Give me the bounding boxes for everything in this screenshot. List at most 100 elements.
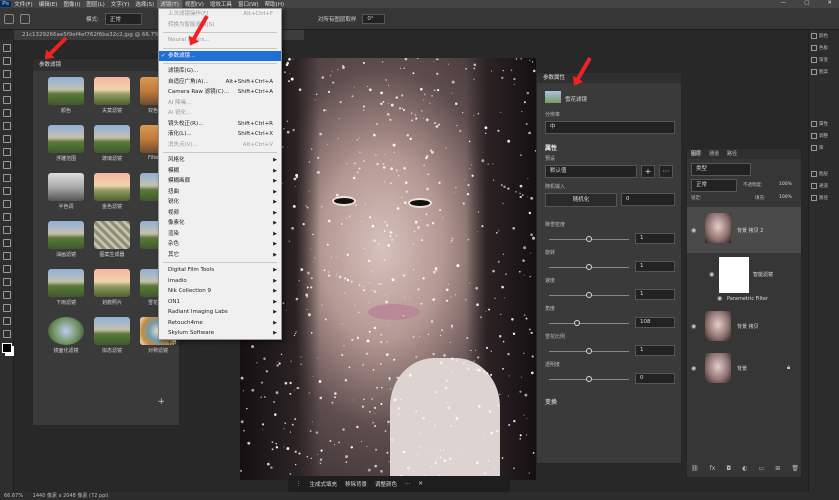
slider-track[interactable]: [549, 264, 629, 270]
filter-menu-item[interactable]: 转换为智能滤镜(S): [159, 20, 281, 31]
eyedropper-tool-icon[interactable]: [2, 135, 11, 143]
fill-value[interactable]: 100%: [779, 195, 792, 200]
zoom-level[interactable]: 66.67%: [4, 493, 23, 499]
layer-row-smart-filter[interactable]: ◉ 智能滤镜: [687, 253, 801, 297]
layers-tab-1[interactable]: 通道: [709, 149, 719, 159]
visibility-eye-icon[interactable]: ◉: [691, 323, 696, 330]
layer-name[interactable]: Parametric Filter: [727, 296, 768, 302]
dock-panel-button[interactable]: 图层: [809, 168, 839, 180]
preset-menu-button[interactable]: ⋯: [659, 165, 673, 178]
filter-menu-item[interactable]: Digital Film Tools ▶: [159, 265, 281, 276]
filter-menu-item[interactable]: Skylum Software ▶: [159, 328, 281, 339]
crop-tool-icon[interactable]: [2, 109, 11, 117]
minimize-icon[interactable]: —: [778, 0, 790, 6]
adjustment-icon[interactable]: ◐: [742, 465, 747, 472]
layer-row-bg-copy[interactable]: ◉ 背景 拷贝: [687, 307, 801, 347]
preset-select[interactable]: 默认值: [545, 165, 637, 178]
menu-10[interactable]: 帮助(H): [262, 0, 287, 8]
dock-panel-button[interactable]: 属性: [809, 118, 839, 130]
filter-menu-item[interactable]: 渲染 ▶: [159, 229, 281, 240]
filter-menu-item[interactable]: 风格化 ▶: [159, 155, 281, 166]
menu-3[interactable]: 图层(L): [83, 0, 107, 8]
angle-input[interactable]: 0°: [362, 13, 385, 24]
context-action-1[interactable]: 移除背景: [345, 480, 367, 488]
menu-9[interactable]: 窗口(W): [235, 0, 262, 8]
filter-preset[interactable]: 油画滤镜: [43, 221, 89, 261]
canvas-photo[interactable]: [240, 58, 536, 480]
gradient-tool-icon[interactable]: [2, 213, 11, 221]
drag-handle-icon[interactable]: ⋮: [296, 481, 302, 487]
filter-preset[interactable]: 划痕照片: [89, 269, 135, 309]
visibility-eye-icon[interactable]: ◉: [691, 227, 696, 234]
filter-preset[interactable]: 拟态滤镜: [89, 317, 135, 357]
slider-value-input[interactable]: 108: [635, 317, 675, 328]
filter-menu-item[interactable]: 上次滤镜操作(F) Alt+Ctrl+F: [159, 9, 281, 20]
layer-row-bg-copy-2[interactable]: ◉ 背景 拷贝 2: [687, 207, 801, 253]
blend-mode-select[interactable]: 正常: [691, 179, 737, 192]
zoom-tool-icon[interactable]: [2, 317, 11, 325]
fx-icon[interactable]: fx: [710, 465, 716, 472]
filter-menu-item[interactable]: 自适应广角(A)... Alt+Shift+Ctrl+A: [159, 77, 281, 88]
marquee-tool-icon[interactable]: [2, 70, 11, 78]
filter-menu-item[interactable]: 像素化 ▶: [159, 218, 281, 229]
rectangle-tool-icon[interactable]: [2, 291, 11, 299]
slider-knob[interactable]: [574, 320, 580, 326]
layer-kind-filter[interactable]: 类型: [691, 163, 751, 176]
more-tool-icon[interactable]: [2, 330, 11, 338]
filter-preset[interactable]: 半色调: [43, 173, 89, 213]
slider-knob[interactable]: [586, 264, 592, 270]
slider-track[interactable]: [549, 320, 629, 326]
slider-track[interactable]: [549, 376, 629, 382]
menu-4[interactable]: 文字(Y): [108, 0, 133, 8]
clone-stamp-tool-icon[interactable]: [2, 174, 11, 182]
slider-knob[interactable]: [586, 348, 592, 354]
filter-menu-item[interactable]: ON1 ▶: [159, 297, 281, 308]
opacity-value[interactable]: 100%: [779, 182, 792, 187]
visibility-eye-icon[interactable]: ◉: [717, 295, 722, 302]
slider-value-input[interactable]: 0: [635, 373, 675, 384]
filter-menu-item[interactable]: 其它 ▶: [159, 250, 281, 261]
filter-menu-item[interactable]: 液化(L)... Shift+Ctrl+X: [159, 129, 281, 140]
slider-value-input[interactable]: 1: [635, 345, 675, 356]
filter-preset[interactable]: 图案生成器: [89, 221, 135, 261]
layer-row-background[interactable]: ◉ 背景 🔒︎: [687, 349, 801, 389]
dock-panel-button[interactable]: 颜色: [809, 30, 839, 42]
folder-icon[interactable]: ▭: [759, 465, 765, 472]
brush-tool-icon[interactable]: [2, 161, 11, 169]
filter-menu-item[interactable]: AI 锐化...: [159, 108, 281, 119]
lasso-tool-icon[interactable]: [2, 83, 11, 91]
slider-knob[interactable]: [586, 292, 592, 298]
filter-menu-item[interactable]: 模糊画廊 ▶: [159, 176, 281, 187]
filter-menu-item[interactable]: 模糊 ▶: [159, 166, 281, 177]
filter-menu-item[interactable]: 杂色 ▶: [159, 239, 281, 250]
link-icon[interactable]: ⛓: [691, 465, 699, 472]
slider-track[interactable]: [549, 236, 629, 242]
dock-panel-button[interactable]: 渐变: [809, 54, 839, 66]
filter-preset[interactable]: 夫莫滤镜: [89, 77, 135, 117]
menu-8[interactable]: 增效工具: [207, 0, 235, 8]
artboard-tool-icon[interactable]: [2, 57, 11, 65]
dock-panel-button[interactable]: 调整: [809, 130, 839, 142]
filter-preset[interactable]: 颜色: [43, 77, 89, 117]
filter-menu-item[interactable]: 锐化 ▶: [159, 197, 281, 208]
brush-tool-icon[interactable]: [20, 13, 30, 24]
menu-2[interactable]: 图像(I): [60, 0, 83, 8]
filter-menu-item[interactable]: 滤镜库(G)...: [159, 66, 281, 77]
filter-menu-item[interactable]: AI 降噪...: [159, 98, 281, 109]
blur-tool-icon[interactable]: [2, 226, 11, 234]
dock-panel-button[interactable]: 色板: [809, 42, 839, 54]
filter-menu-item[interactable]: Camera Raw 滤镜(C)... Shift+Ctrl+A: [159, 87, 281, 98]
context-action-0[interactable]: 生成式填充: [310, 480, 338, 488]
visibility-eye-icon[interactable]: ◉: [709, 271, 714, 278]
menu-7[interactable]: 视图(V): [182, 0, 207, 8]
filter-menu-item[interactable]: Imadio ▶: [159, 276, 281, 287]
dodge-tool-icon[interactable]: [2, 239, 11, 247]
filter-preset[interactable]: 下雨滤镜: [43, 269, 89, 309]
filter-menu-item[interactable]: Nik Collection 9 ▶: [159, 286, 281, 297]
random-seed-input[interactable]: 0: [621, 193, 675, 206]
filter-menu-item[interactable]: 视频 ▶: [159, 208, 281, 219]
visibility-eye-icon[interactable]: ◉: [691, 365, 696, 372]
filter-preset[interactable]: 浮雕范围: [43, 125, 89, 165]
slider-track[interactable]: [549, 348, 629, 354]
slider-knob[interactable]: [586, 236, 592, 242]
